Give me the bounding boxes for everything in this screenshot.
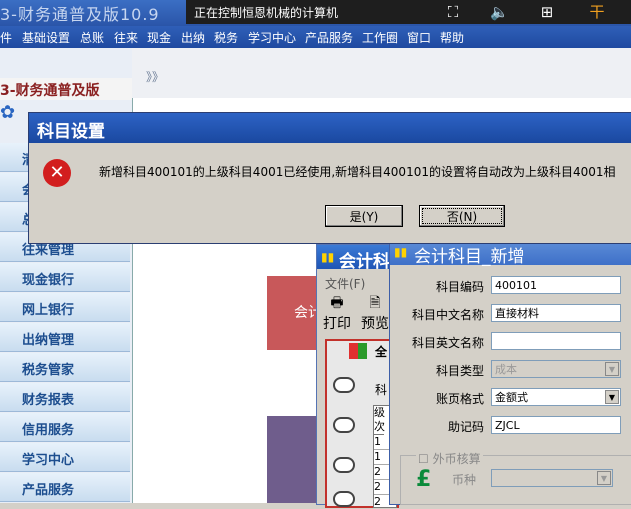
new-account-title: 会计科目_新增 (414, 247, 525, 267)
menu-cashier[interactable]: 出纳 (181, 29, 205, 46)
app-title: 3-财务通普及版10.9 (0, 5, 160, 24)
account-tree-panel: 全 科 级次 1 1 2 2 2 (325, 339, 399, 508)
confirm-dialog-title: 科目设置 (37, 122, 105, 142)
format-label: 账页格式 (435, 392, 484, 406)
sidebar-item-learning[interactable]: 学习中心 (0, 443, 130, 472)
menu-window[interactable]: 窗口 (407, 29, 431, 46)
binder-ring (333, 377, 355, 393)
menu-products[interactable]: 产品服务 (305, 29, 353, 46)
mnemonic-label: 助记码 (447, 420, 484, 434)
chevron-down-icon: ▼ (597, 471, 611, 485)
code-field[interactable]: 400101 (491, 276, 621, 294)
sidebar-item-credit[interactable]: 信用服务 (0, 413, 130, 442)
sidebar-item-products[interactable]: 产品服务 (0, 473, 130, 502)
toolbar: 🖶 打印 🗎 预览 (317, 291, 395, 335)
remote-status-text: 正在控制恒恩机械的计算机 (194, 6, 339, 20)
window-icon: ▮▮ (321, 250, 335, 264)
foreign-currency-checkbox[interactable]: ☐ 外币核算 (416, 450, 483, 467)
level-header: 级次 (374, 406, 385, 435)
pin-icon[interactable]: 干 (588, 3, 606, 21)
en-name-field[interactable] (491, 332, 621, 350)
cn-name-label: 科目中文名称 (411, 308, 484, 322)
app-logo-icon: ✿ (0, 102, 16, 123)
confirm-dialog-message: 新增科目400101的上级科目4001已经使用,新增科目400101的设置将自动… (99, 165, 616, 179)
account-list-title-bar: ▮▮ 会计科 (317, 245, 395, 272)
yes-button[interactable]: 是(Y) (325, 205, 403, 227)
menu-workgroup[interactable]: 工作圈 (362, 29, 398, 46)
menu-learning[interactable]: 学习中心 (248, 29, 296, 46)
type-select: 成本 ▼ (491, 360, 621, 378)
no-button[interactable]: 否(N) (419, 205, 505, 227)
menu-file[interactable]: 件 (0, 29, 12, 46)
menu-bar: 件 基础设置 总账 往来 现金 出纳 税务 学习中心 产品服务 工作圈 窗口 帮… (0, 26, 631, 48)
error-icon: ✕ (43, 159, 71, 187)
mnemonic-field[interactable]: ZJCL (491, 416, 621, 434)
menu-ledger[interactable]: 总账 (80, 29, 104, 46)
printer-icon: 🖶 (330, 295, 344, 311)
chevron-down-icon: ▼ (605, 362, 619, 376)
sidebar-item-online-bank[interactable]: 网上银行 (0, 293, 130, 322)
account-list-title: 会计科 (339, 252, 390, 272)
code-label: 科目编码 (435, 280, 484, 294)
sidebar-title: 3-财务通普及版 (0, 78, 132, 100)
currency-label: 币种 (452, 473, 477, 487)
print-button[interactable]: 🖶 打印 (319, 293, 355, 333)
window-icon[interactable]: ⊞ (538, 3, 556, 21)
type-label: 科目类型 (435, 364, 484, 378)
window-icon: ▮▮ (394, 245, 408, 259)
sidebar-item-tax[interactable]: 税务管家 (0, 353, 130, 382)
currency-icon: £ (416, 467, 432, 492)
remote-control-bar: 正在控制恒恩机械的计算机 ⛶ 🔈 ⊞ 干 (186, 0, 631, 24)
binder-ring (333, 417, 355, 433)
content-header (132, 48, 631, 100)
feature-tile-purple[interactable] (267, 416, 319, 503)
new-account-dialog: ▮▮ 会计科目_新增 科目编码 400101 科目中文名称 直接材料 科目英文名… (389, 238, 631, 505)
collapse-chevron-icon[interactable]: 》》 (146, 68, 164, 85)
format-select[interactable]: 金额式 ▼ (491, 388, 621, 406)
confirm-dialog: 科目设置 ✕ 新增科目400101的上级科目4001已经使用,新增科目40010… (28, 112, 631, 244)
sidebar-item-cashier[interactable]: 出纳管理 (0, 323, 130, 352)
en-name-label: 科目英文名称 (411, 336, 484, 350)
fullscreen-icon[interactable]: ⛶ (444, 3, 462, 21)
menu-receivables[interactable]: 往来 (114, 29, 138, 46)
account-list-window: ▮▮ 会计科 文件(F) 🖶 打印 🗎 预览 全 科 级次 1 1 2 2 2 (316, 244, 399, 508)
sidebar-item-cash-bank[interactable]: 现金银行 (0, 263, 130, 292)
subject-header: 科 (375, 383, 388, 397)
binder-ring (333, 457, 355, 473)
sidebar-item-reports[interactable]: 财务报表 (0, 383, 130, 412)
chevron-down-icon[interactable]: ▼ (605, 390, 619, 404)
cn-name-field[interactable]: 直接材料 (491, 304, 621, 322)
preview-icon: 🗎 (369, 295, 381, 311)
volume-icon[interactable]: 🔈 (490, 3, 509, 21)
color-grid-icon (349, 343, 367, 359)
menu-cash[interactable]: 现金 (147, 29, 171, 46)
binder-ring (333, 491, 355, 507)
menu-tax[interactable]: 税务 (214, 29, 238, 46)
preview-button[interactable]: 🗎 预览 (357, 293, 393, 333)
confirm-dialog-title-bar: 科目设置 (29, 113, 631, 143)
currency-select: ▼ (491, 469, 613, 487)
tree-root-label[interactable]: 全 (375, 343, 387, 360)
menu-help[interactable]: 帮助 (440, 29, 464, 46)
menu-basic-settings[interactable]: 基础设置 (22, 29, 70, 46)
menu-file[interactable]: 文件(F) (325, 275, 365, 292)
